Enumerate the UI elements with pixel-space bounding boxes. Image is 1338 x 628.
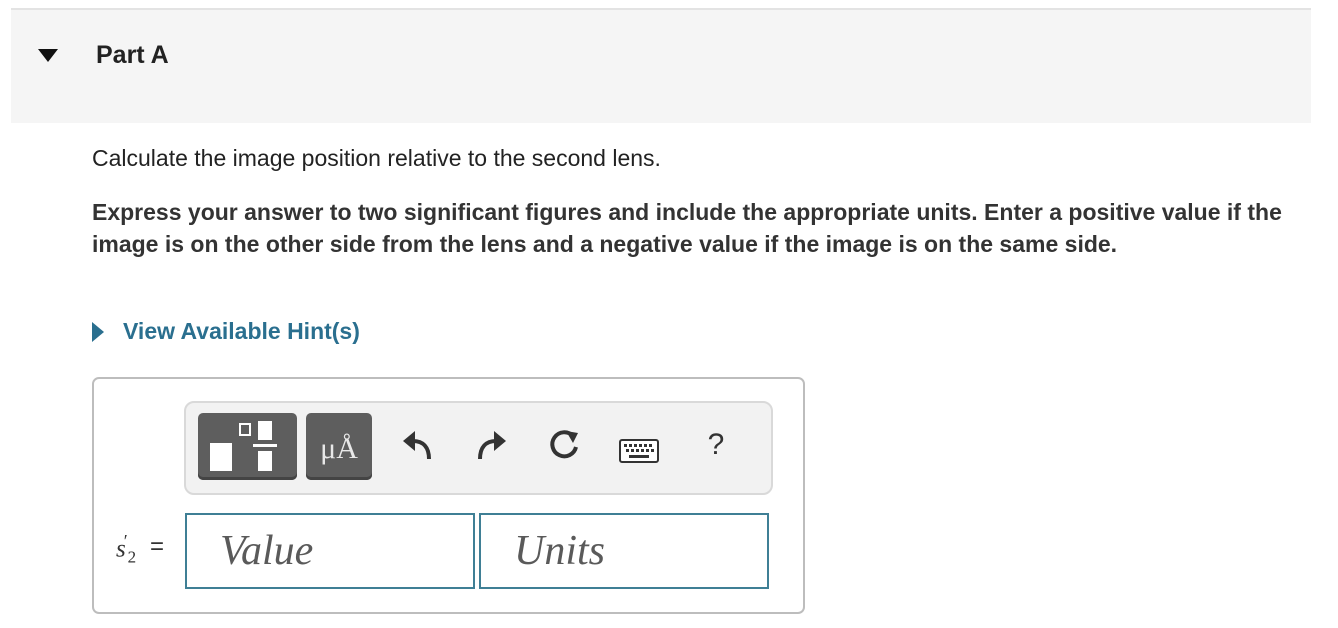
units-button[interactable]: μÅ: [306, 413, 372, 480]
view-hints-label: View Available Hint(s): [123, 318, 360, 344]
expand-triangle-icon: [92, 321, 104, 342]
part-title: Part A: [96, 41, 169, 69]
variable-subscript: 2: [127, 547, 137, 567]
undo-icon[interactable]: [399, 427, 435, 463]
part-header[interactable]: [11, 10, 1311, 123]
templates-button[interactable]: [198, 413, 297, 480]
reset-icon[interactable]: [546, 427, 582, 463]
redo-icon[interactable]: [474, 427, 510, 463]
collapse-caret-icon[interactable]: [38, 49, 58, 62]
fraction-template-icon: [210, 421, 277, 471]
answer-box: μÅ ? s′2 = Value Units: [92, 377, 805, 614]
units-input[interactable]: Units: [479, 513, 769, 589]
keyboard-icon[interactable]: [619, 439, 659, 463]
help-button[interactable]: ?: [701, 425, 731, 465]
value-input[interactable]: Value: [185, 513, 475, 589]
question-prompt: Calculate the image position relative to…: [92, 145, 661, 171]
view-hints-link[interactable]: View Available Hint(s): [92, 318, 360, 345]
answer-variable-label: s′2: [116, 531, 136, 567]
math-toolbar: μÅ ?: [184, 401, 773, 495]
answer-instructions: Express your answer to two significant f…: [92, 199, 1282, 257]
equals-sign: =: [150, 533, 165, 560]
